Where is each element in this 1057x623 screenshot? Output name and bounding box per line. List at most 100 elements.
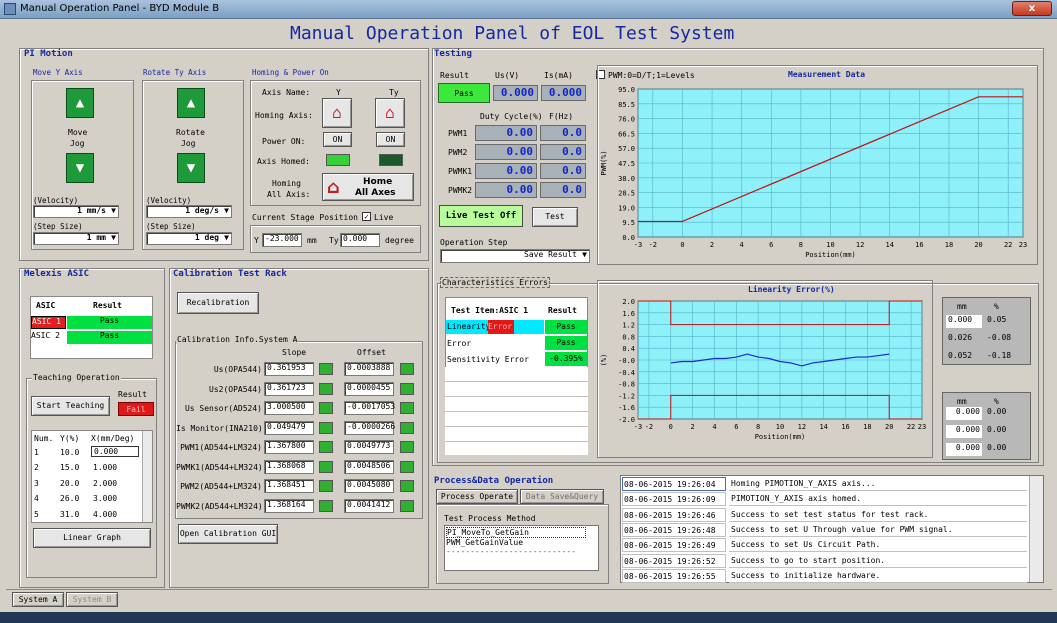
cal-row-offset: 0.0000455: [344, 381, 394, 396]
window-title: Manual Operation Panel - BYD Module B: [20, 3, 220, 14]
log-message: Success to go to start position.: [729, 554, 1027, 568]
cal-slope-led: [319, 480, 333, 492]
method-item-2[interactable]: PWM_GetGainValue: [446, 538, 523, 547]
log-time: 08-06-2015 19:26:49: [622, 538, 726, 553]
velocity-select-y[interactable]: 1 mm/s ▼: [33, 205, 119, 218]
log-scrollbar[interactable]: [1029, 476, 1043, 582]
linear-graph-button[interactable]: Linear Graph: [33, 528, 151, 548]
x-axis-label: Position(mm): [805, 251, 856, 259]
mini-cell-mm: 0.000: [946, 407, 982, 420]
cal-offset-led: [400, 480, 414, 492]
mini-bottom-h2: %: [994, 397, 999, 406]
x-tick-label: 20: [974, 241, 982, 249]
pwm-row-name: PWM1: [448, 129, 468, 138]
cal-row-name: Us(OPA544): [213, 365, 262, 374]
char-r1-tag: Error: [488, 320, 514, 334]
home-y-button[interactable]: ⌂: [322, 98, 352, 128]
method-item-1[interactable]: PI_MoveTo_GetGain: [446, 527, 586, 538]
asic-row-2-result: Pass: [67, 331, 152, 344]
cal-row-name: PWMK1(AD544+LM324): [176, 462, 263, 472]
y-tick-label: 57.0: [618, 145, 635, 153]
jog-down-button-y[interactable]: ▼: [66, 153, 94, 183]
y-tick-label: 38.0: [618, 175, 635, 183]
asic-row-2-name[interactable]: ASIC 2: [31, 331, 66, 344]
x-tick-label: 8: [756, 423, 760, 431]
us-value: 0.000: [493, 85, 538, 101]
page-title: Manual Operation Panel of EOL Test Syste…: [290, 23, 735, 44]
pwm-freq-value: 0.0: [540, 182, 586, 198]
pwm-row-name: PWMK1: [448, 167, 473, 176]
scrollbar[interactable]: [142, 431, 152, 522]
chart-title: Linearity Error(%): [748, 284, 835, 294]
operation-step-label: Operation Step: [440, 238, 508, 247]
power-on-ty-button[interactable]: ON: [376, 132, 405, 147]
tab-process-operate[interactable]: Process Operate: [436, 489, 518, 504]
home-ty-button[interactable]: ⌂: [375, 98, 405, 128]
cal-row-name: Is Monitor(INA210): [176, 423, 263, 433]
y-tick-label: -1.6: [618, 404, 635, 412]
house-icon: ⌂: [332, 103, 342, 122]
velocity-select-ty[interactable]: 1 deg/s ▼: [146, 205, 232, 218]
live-checkbox[interactable]: ✓: [362, 212, 371, 221]
jog-up-button-y[interactable]: ▲: [66, 88, 94, 118]
x-tick-label: 16: [915, 241, 923, 249]
x-tick-label: -3: [634, 241, 642, 249]
pwm-freq-value: 0.0: [540, 125, 586, 141]
cal-slope-led: [319, 460, 333, 473]
step-select-ty[interactable]: 1 deg ▼: [146, 232, 232, 245]
home-all-axes-button[interactable]: ⌂ Home All Axes: [322, 173, 414, 201]
mini-cell-pct: 0.00: [987, 425, 1007, 434]
homing-title: Homing & Power On: [252, 68, 329, 77]
cal-row-offset: 0.0045080: [344, 479, 394, 493]
y-tick-label: 19.0: [618, 204, 635, 212]
operation-step-select[interactable]: Save Result ▼: [440, 249, 590, 263]
char-r3-result: -0.395%: [545, 352, 587, 366]
teach-h-x: X(mm/Deg): [91, 434, 135, 443]
result-label: Result: [440, 71, 469, 80]
teach-r5-y: 31.0: [60, 510, 80, 519]
cal-row-offset: 0.0049773: [344, 440, 394, 454]
mini-cell-pct: 0.05: [987, 315, 1007, 324]
tab-system-b[interactable]: System B: [66, 592, 118, 607]
y-tick-label: 0.8: [622, 333, 635, 341]
jog-down-button-ty[interactable]: ▼: [177, 153, 205, 183]
open-calibration-gui-button[interactable]: Open Calibration GUI: [178, 524, 278, 544]
y-axis-label: PWM(%): [600, 150, 608, 175]
start-teaching-button[interactable]: Start Teaching: [31, 396, 110, 416]
y-tick-label: 2.0: [622, 298, 635, 306]
tab-data-save-query[interactable]: Data Save&Query: [520, 489, 604, 504]
pwm-duty-value: 0.00: [475, 163, 537, 179]
taskbar: [0, 612, 1057, 623]
x-tick-label: 23: [1019, 241, 1027, 249]
teaching-table[interactable]: [31, 430, 153, 523]
close-button[interactable]: x: [1012, 1, 1052, 16]
step-select-y[interactable]: 1 mm ▼: [33, 232, 119, 245]
asic-row-1-name[interactable]: ASIC 1: [31, 316, 66, 329]
char-h-result: Result: [548, 306, 577, 315]
method-item-3[interactable]: ---------------------------: [446, 547, 576, 556]
char-table-grid: [445, 367, 588, 455]
cal-row-name: PWM2(AD544+LM324): [180, 482, 262, 491]
jog-up-button-ty[interactable]: ▲: [177, 88, 205, 118]
teach-h-y: Y(%): [60, 434, 80, 443]
asic-header: ASIC: [36, 301, 56, 310]
y-tick-label: 9.5: [622, 219, 635, 227]
teach-r4-y: 26.0: [60, 494, 80, 503]
homed-led-ty: [379, 154, 403, 166]
y-unit: mm: [307, 236, 317, 245]
teach-r3-x: 2.000: [93, 479, 118, 488]
char-r1-result: Pass: [545, 320, 587, 334]
power-on-label: Power ON:: [262, 137, 306, 146]
cal-row-name: PWM1(AD544+LM324): [180, 443, 262, 452]
title-bar: Manual Operation Panel - BYD Module B x: [0, 0, 1057, 19]
live-test-button[interactable]: Live Test Off: [439, 205, 523, 227]
power-on-y-button[interactable]: ON: [323, 132, 352, 147]
cal-offset-led: [400, 441, 414, 453]
test-button[interactable]: Test: [532, 207, 578, 227]
x-tick-label: 20: [885, 423, 893, 431]
tab-system-a[interactable]: System A: [12, 592, 64, 607]
asic-row-1-result: Pass: [67, 316, 152, 329]
recalibration-button[interactable]: Recalibration: [177, 292, 259, 314]
x-tick-label: 23: [918, 423, 926, 431]
x-tick-label: 22: [907, 423, 915, 431]
